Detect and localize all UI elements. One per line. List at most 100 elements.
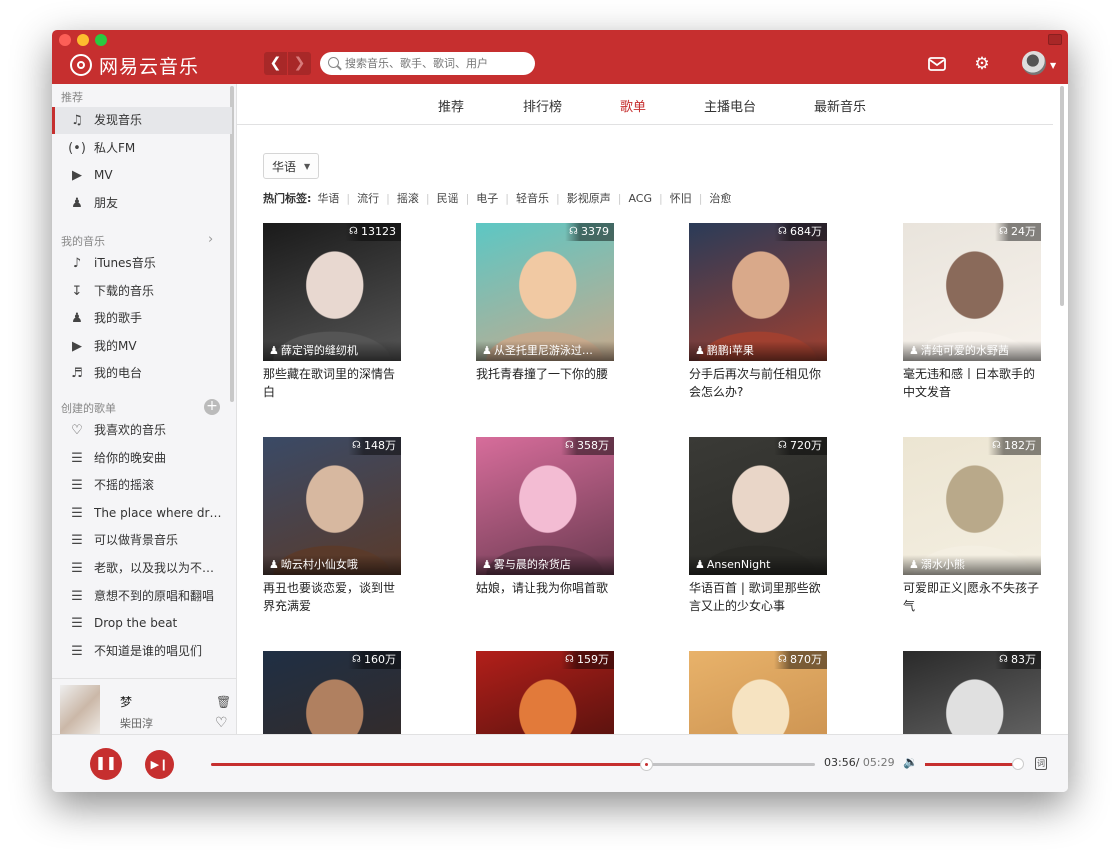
playlist-creator[interactable]: ♟ AnsenNight: [689, 555, 827, 575]
forward-button[interactable]: ❯: [288, 52, 311, 75]
play-count-value: 159万: [577, 653, 609, 666]
sidebar-item-sidebar-my_music_items-0[interactable]: ♪ iTunes音乐: [52, 250, 232, 277]
now-playing-cover[interactable]: [60, 685, 100, 739]
lyrics-icon[interactable]: 词: [1035, 757, 1047, 770]
sidebar-item-sidebar-playlists-3[interactable]: ☰ The place where drug…: [52, 500, 232, 527]
sidebar-item-sidebar-my_music_items-2[interactable]: ♟ 我的歌手: [52, 305, 232, 332]
tag-link[interactable]: 轻音乐: [516, 192, 549, 205]
tab-3[interactable]: 主播电台: [704, 96, 756, 115]
tab-1[interactable]: 排行榜: [523, 96, 562, 115]
sidebar-item-sidebar-recommend_items-0[interactable]: ♫ 发现音乐: [52, 107, 232, 134]
playlist-creator[interactable]: ♟ 雾与晨的杂货店: [476, 555, 614, 575]
pause-button[interactable]: ❚❚: [90, 748, 122, 780]
mail-icon[interactable]: [927, 54, 947, 74]
playlist-cover[interactable]: ☊ 3379 ♟ 从圣托里尼游泳过…: [476, 223, 614, 361]
trash-icon[interactable]: 🗑: [216, 695, 231, 709]
sidebar-item-sidebar-playlists-1[interactable]: ☰ 给你的晚安曲: [52, 445, 232, 472]
playlist-cover[interactable]: ☊ 182万 ♟ 溺水小熊: [903, 437, 1041, 575]
playlist-creator[interactable]: ♟ 从圣托里尼游泳过…: [476, 341, 614, 361]
progress-bar[interactable]: [211, 758, 815, 771]
sidebar-item-sidebar-playlists-8[interactable]: ☰ 不知道是谁的唱见们: [52, 638, 232, 665]
playlist-creator[interactable]: ♟ 鹏鹏i苹果: [689, 341, 827, 361]
playlist-cover[interactable]: ☊ 720万 ♟ AnsenNight: [689, 437, 827, 575]
app-logo[interactable]: 网易云音乐: [70, 52, 199, 78]
sidebar-item-sidebar-playlists-2[interactable]: ☰ 不摇的摇滚: [52, 472, 232, 499]
section-created-playlists: 创建的歌单: [61, 402, 116, 415]
window-maximize-button[interactable]: [95, 34, 107, 46]
tab-0[interactable]: 推荐: [438, 96, 464, 115]
search-box[interactable]: [320, 52, 535, 75]
mini-mode-button[interactable]: [1048, 34, 1062, 45]
tab-4[interactable]: 最新音乐: [814, 96, 866, 115]
volume-icon[interactable]: 🔉: [903, 755, 918, 769]
sidebar-item-sidebar-playlists-5[interactable]: ☰ 老歌，以及我以为不…: [52, 555, 232, 582]
singer-icon: ♟: [71, 311, 83, 327]
content-scrollbar[interactable]: [1060, 86, 1064, 306]
tab-2[interactable]: 歌单: [620, 96, 646, 115]
playlist-creator[interactable]: ♟ 溺水小熊: [903, 555, 1041, 575]
playlist-title[interactable]: 分手后再次与前任相见你会怎么办?: [689, 365, 827, 401]
playlist-cover[interactable]: ☊ 24万 ♟ 清纯可爱的水野茜: [903, 223, 1041, 361]
sidebar-item-sidebar-playlists-7[interactable]: ☰ Drop the beat: [52, 610, 232, 637]
tag-link[interactable]: 怀旧: [670, 192, 692, 205]
tag-link[interactable]: 摇滚: [397, 192, 419, 205]
playlist-title[interactable]: 那些藏在歌词里的深情告白: [263, 365, 401, 401]
sidebar-item-label: iTunes音乐: [94, 256, 156, 270]
playlist-title[interactable]: 再丑也要谈恋爱，谈到世界充满爱: [263, 579, 401, 615]
headphones-icon: ☊: [778, 440, 787, 451]
radio-wave-icon: (•): [68, 140, 86, 156]
tag-link[interactable]: 电子: [476, 192, 498, 205]
playlist-cover[interactable]: ☊ 358万 ♟ 雾与晨的杂货店: [476, 437, 614, 575]
volume-slider[interactable]: [925, 758, 1025, 770]
chevron-down-icon[interactable]: ▼: [1050, 61, 1056, 70]
tag-link[interactable]: ACG: [628, 192, 652, 205]
sidebar-item-sidebar-playlists-6[interactable]: ☰ 意想不到的原唱和翻唱: [52, 583, 232, 610]
playlist-cover[interactable]: ☊ 13123 ♟ 薛定谔的缝纫机: [263, 223, 401, 361]
now-playing-mini[interactable]: 梦 柴田淳 🗑 ♡: [52, 678, 237, 739]
player-bar: ❚❚ ▶❙ 03:56/ 05:29 🔉 词: [52, 734, 1068, 792]
sidebar-item-sidebar-my_music_items-1[interactable]: ↧ 下载的音乐: [52, 278, 232, 305]
search-input[interactable]: [345, 55, 525, 71]
progress-knob[interactable]: [639, 758, 653, 771]
playlist-title[interactable]: 华语百首 | 歌词里那些欲言又止的少女心事: [689, 579, 827, 615]
window-close-button[interactable]: [59, 34, 71, 46]
sidebar-item-sidebar-recommend_items-1[interactable]: (•) 私人FM: [52, 135, 232, 162]
back-button[interactable]: ❮: [264, 52, 287, 75]
playlist-creator[interactable]: ♟ 清纯可爱的水野茜: [903, 341, 1041, 361]
playlist-icon: ☰: [71, 533, 83, 549]
tag-link[interactable]: 华语: [317, 192, 339, 205]
play-count-value: 182万: [1004, 439, 1036, 452]
search-icon: [328, 57, 339, 68]
tag-link[interactable]: 民谣: [437, 192, 459, 205]
playlist-cover[interactable]: ☊ 148万 ♟ 呦云村小仙女哦: [263, 437, 401, 575]
tag-link[interactable]: 治愈: [709, 192, 731, 205]
playlist-creator[interactable]: ♟ 薛定谔的缝纫机: [263, 341, 401, 361]
window-minimize-button[interactable]: [77, 34, 89, 46]
sidebar-item-sidebar-my_music_items-3[interactable]: ▶ 我的MV: [52, 333, 232, 360]
category-dropdown[interactable]: 华语 ▼: [263, 153, 319, 179]
sidebar-item-sidebar-recommend_items-2[interactable]: ▶ MV: [52, 162, 232, 189]
now-playing-artist[interactable]: 柴田淳: [120, 715, 153, 731]
volume-knob[interactable]: [1012, 758, 1025, 770]
playlist-cover[interactable]: ☊ 684万 ♟ 鹏鹏i苹果: [689, 223, 827, 361]
next-button[interactable]: ▶❙: [145, 750, 174, 779]
playlist-title[interactable]: 毫无违和感丨日本歌手的中文发音: [903, 365, 1041, 401]
sidebar-item-sidebar-my_music_items-4[interactable]: ♬ 我的电台: [52, 360, 232, 387]
gear-icon[interactable]: ⚙: [972, 54, 992, 74]
chevron-right-icon[interactable]: ›: [208, 232, 213, 247]
heart-icon[interactable]: ♡: [215, 715, 228, 731]
section-my-music[interactable]: 我的音乐: [61, 233, 105, 249]
sidebar-item-label: Drop the beat: [94, 616, 178, 631]
playlist-title[interactable]: 可爱即正义|愿永不失孩子气: [903, 579, 1041, 615]
sidebar-item-sidebar-playlists-0[interactable]: ♡ 我喜欢的音乐: [52, 417, 232, 444]
sidebar-item-sidebar-recommend_items-3[interactable]: ♟ 朋友: [52, 190, 232, 217]
sidebar-item-sidebar-playlists-4[interactable]: ☰ 可以做背景音乐: [52, 527, 232, 554]
user-avatar[interactable]: [1022, 51, 1046, 75]
playlist-title[interactable]: 我托青春撞了一下你的腰: [476, 365, 614, 383]
playlist-title[interactable]: 姑娘，请让我为你唱首歌: [476, 579, 614, 597]
tag-link[interactable]: 影视原声: [567, 192, 611, 205]
playlist-creator[interactable]: ♟ 呦云村小仙女哦: [263, 555, 401, 575]
sidebar-item-label: 发现音乐: [94, 113, 143, 127]
tag-link[interactable]: 流行: [357, 192, 379, 205]
add-playlist-icon[interactable]: +: [204, 399, 220, 415]
